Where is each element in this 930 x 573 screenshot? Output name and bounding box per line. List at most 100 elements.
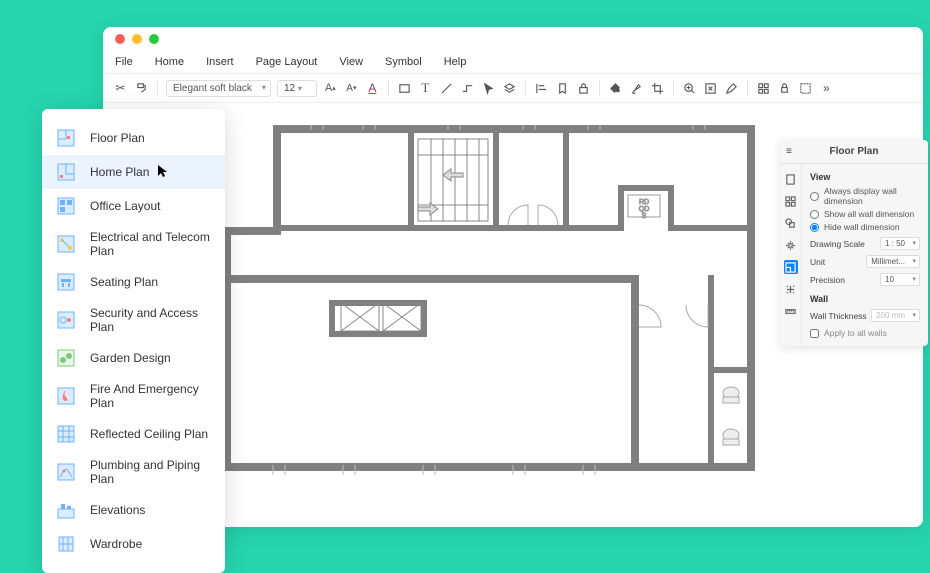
menu-help[interactable]: Help: [444, 56, 467, 68]
close-dot[interactable]: [115, 34, 125, 44]
tab-settings-icon[interactable]: [784, 238, 798, 252]
layers-icon[interactable]: [502, 81, 517, 96]
props-title: ≡ Floor Plan: [780, 140, 928, 164]
unit-select[interactable]: Millimet...: [866, 255, 920, 268]
template-icon: [56, 234, 76, 254]
scale-select[interactable]: 1 : 50: [880, 237, 920, 250]
tab-page-icon[interactable]: [784, 172, 798, 186]
tab-floorplan-icon[interactable]: [784, 260, 798, 274]
template-item-security-and-access-plan[interactable]: Security and Access Plan: [42, 299, 225, 341]
precision-select[interactable]: 10: [880, 273, 920, 286]
template-label: Security and Access Plan: [90, 306, 211, 334]
template-icon: [56, 310, 76, 330]
svg-text:QD: QD: [639, 206, 650, 213]
scale-label: Drawing Scale: [810, 239, 865, 249]
highlight-icon[interactable]: [629, 81, 644, 96]
menu-page-layout[interactable]: Page Layout: [256, 56, 318, 68]
paint-icon[interactable]: [134, 81, 149, 96]
menu-insert[interactable]: Insert: [206, 56, 234, 68]
template-label: Elevations: [90, 503, 145, 517]
template-panel: Floor Plan Home Plan Office Layout Electric…: [42, 109, 225, 573]
cut-icon[interactable]: ✂: [113, 81, 128, 96]
template-item-wardrobe[interactable]: Wardrobe: [42, 527, 225, 561]
radio-always[interactable]: Always display wall dimension: [810, 186, 920, 206]
template-item-floor-plan[interactable]: Floor Plan: [42, 121, 225, 155]
template-icon: [56, 348, 76, 368]
template-icon: [56, 386, 76, 406]
padlock-icon[interactable]: [777, 81, 792, 96]
template-item-elevations[interactable]: Elevations: [42, 493, 225, 527]
fill-icon[interactable]: [608, 81, 623, 96]
font-size-select[interactable]: 12 ▾: [277, 80, 317, 97]
menu-home[interactable]: Home: [155, 56, 184, 68]
template-item-office-layout[interactable]: Office Layout: [42, 189, 225, 223]
radio-show-all[interactable]: Show all wall dimension: [810, 209, 920, 219]
connector-icon[interactable]: [460, 81, 475, 96]
wall-section-label: Wall: [810, 294, 920, 304]
tab-grid-icon[interactable]: [784, 194, 798, 208]
template-item-garden-design[interactable]: Garden Design: [42, 341, 225, 375]
thickness-select[interactable]: 200 mm: [871, 309, 920, 322]
template-item-plumbing-and-piping-plan[interactable]: Plumbing and Piping Plan: [42, 451, 225, 493]
unit-label: Unit: [810, 257, 825, 267]
pen-icon[interactable]: [724, 81, 739, 96]
template-icon: [56, 128, 76, 148]
select-all-icon[interactable]: [798, 81, 813, 96]
lock-icon[interactable]: [576, 81, 591, 96]
apply-all-checkbox[interactable]: Apply to all walls: [810, 328, 920, 338]
decrease-font-icon[interactable]: A▾: [344, 81, 359, 96]
template-item-seating-plan[interactable]: Seating Plan: [42, 265, 225, 299]
font-select[interactable]: Elegant soft black ▾: [166, 80, 271, 97]
radio-hide[interactable]: Hide wall dimension: [810, 222, 920, 232]
template-label: Plumbing and Piping Plan: [90, 458, 211, 486]
align-left-icon[interactable]: [534, 81, 549, 96]
precision-label: Precision: [810, 275, 845, 285]
fit-icon[interactable]: [703, 81, 718, 96]
panel-menu-icon[interactable]: ≡: [786, 146, 792, 157]
template-item-reflected-ceiling-plan[interactable]: Reflected Ceiling Plan: [42, 417, 225, 451]
increase-font-icon[interactable]: A▴: [323, 81, 338, 96]
font-color-icon[interactable]: A: [365, 81, 380, 96]
template-item-home-plan[interactable]: Home Plan: [42, 155, 225, 189]
template-icon: [56, 272, 76, 292]
template-icon: [56, 534, 76, 554]
maximize-dot[interactable]: [149, 34, 159, 44]
tab-ruler-icon[interactable]: [784, 304, 798, 318]
template-label: Seating Plan: [90, 275, 158, 289]
toolbar: ✂ Elegant soft black ▾ 12 ▾ A▴ A▾ A T »: [103, 73, 923, 103]
text-icon[interactable]: T: [418, 81, 433, 96]
template-label: Floor Plan: [90, 131, 145, 145]
svg-text:RD: RD: [639, 199, 649, 206]
rectangle-icon[interactable]: [397, 81, 412, 96]
tab-expand-icon[interactable]: [784, 282, 798, 296]
template-icon: [56, 196, 76, 216]
bookmark-icon[interactable]: [555, 81, 570, 96]
template-label: Home Plan: [90, 165, 149, 179]
line-icon[interactable]: [439, 81, 454, 96]
template-label: Fire And Emergency Plan: [90, 382, 211, 410]
menu-view[interactable]: View: [339, 56, 363, 68]
props-content: View Always display wall dimension Show …: [802, 164, 928, 346]
minimize-dot[interactable]: [132, 34, 142, 44]
overflow-icon[interactable]: »: [819, 81, 834, 96]
template-icon: [56, 500, 76, 520]
template-label: Wardrobe: [90, 537, 142, 551]
thickness-label: Wall Thickness: [810, 311, 867, 321]
template-item-fire-and-emergency-plan[interactable]: Fire And Emergency Plan: [42, 375, 225, 417]
menu-file[interactable]: File: [115, 56, 133, 68]
template-icon: [56, 462, 76, 482]
template-label: Garden Design: [90, 351, 171, 365]
template-label: Electrical and Telecom Plan: [90, 230, 211, 258]
view-section-label: View: [810, 172, 920, 182]
tab-shape-icon[interactable]: [784, 216, 798, 230]
svg-text:S: S: [642, 213, 647, 220]
template-icon: [56, 424, 76, 444]
menu-symbol[interactable]: Symbol: [385, 56, 422, 68]
crop-icon[interactable]: [650, 81, 665, 96]
template-item-electrical-and-telecom-plan[interactable]: Electrical and Telecom Plan: [42, 223, 225, 265]
properties-panel: ≡ Floor Plan View Always display wall di…: [780, 140, 928, 346]
floor-plan-canvas[interactable]: RD QD S: [223, 125, 768, 475]
grid-icon[interactable]: [756, 81, 771, 96]
zoom-in-icon[interactable]: [682, 81, 697, 96]
pointer-icon[interactable]: [481, 81, 496, 96]
